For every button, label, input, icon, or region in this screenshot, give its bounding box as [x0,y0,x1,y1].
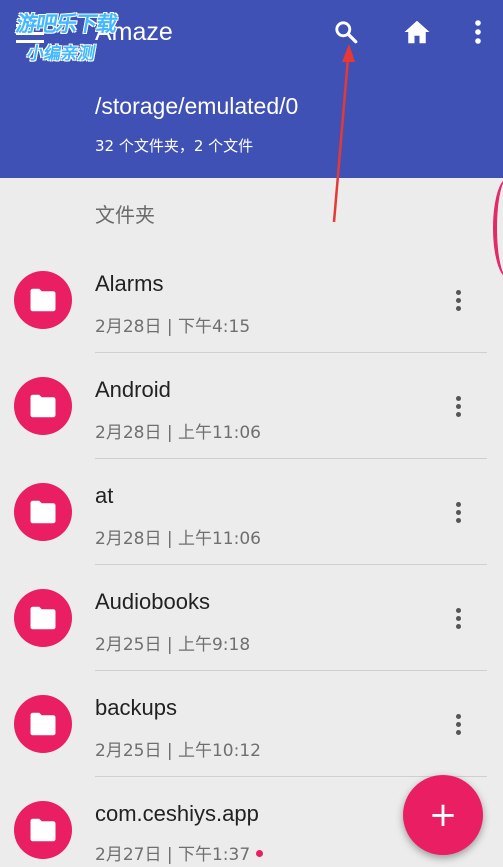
item-more-icon[interactable] [440,384,476,428]
item-more-icon[interactable] [440,702,476,746]
list-item[interactable]: backups 2月25日 | 上午10:12 [0,671,503,777]
item-meta: 2月25日 | 上午10:12 [95,741,261,761]
watermark-line-2: 小编亲测 [25,44,97,64]
item-more-icon[interactable] [440,490,476,534]
section-header-folders: 文件夹 [95,203,155,227]
add-fab-button[interactable]: + [403,775,483,855]
item-name: com.ceshiys.app [95,801,259,826]
more-options-button[interactable] [458,12,498,52]
item-meta: 2月28日 | 下午4:15 [95,317,251,337]
item-name: Android [95,377,171,402]
search-button[interactable] [326,12,366,52]
item-more-icon[interactable] [440,278,476,322]
item-more-icon[interactable] [440,596,476,640]
folder-icon [14,377,72,435]
item-name: backups [95,695,177,720]
list-item[interactable]: at 2月28日 | 上午11:06 [0,459,503,565]
folder-icon [14,695,72,753]
more-vert-icon [475,20,481,44]
item-meta: 2月25日 | 上午9:18 [95,635,251,655]
app-bar: Amaze 游吧乐下载 小编亲测 /storage/emulated/0 32 … [0,0,503,178]
item-name: at [95,483,114,508]
folder-icon [14,589,72,647]
item-name: Audiobooks [95,589,210,614]
item-meta: 2月28日 | 上午11:06 [95,529,261,549]
plus-icon: + [428,795,458,835]
search-icon [335,21,358,44]
list-item[interactable]: Audiobooks 2月25日 | 上午9:18 [0,565,503,671]
current-path: /storage/emulated/0 [95,93,299,119]
folder-icon [14,271,72,329]
watermark-line-1: 游吧乐下载 [14,12,119,36]
item-name: Alarms [95,271,164,296]
item-meta: 2月27日 | 下午1:37 [95,845,251,865]
item-meta: 2月28日 | 上午11:06 [95,423,261,443]
home-icon [404,20,430,44]
list-item[interactable]: Alarms 2月28日 | 下午4:15 [0,247,503,353]
folder-icon [14,801,72,859]
watermark-logo: 游吧乐下载 小编亲测 [9,8,157,66]
folder-icon [14,483,72,541]
home-button[interactable] [397,12,437,52]
folder-count-summary: 32 个文件夹，2 个文件 [95,137,254,155]
scroll-indicator-dot [256,850,263,857]
list-item[interactable]: Android 2月28日 | 上午11:06 [0,353,503,459]
